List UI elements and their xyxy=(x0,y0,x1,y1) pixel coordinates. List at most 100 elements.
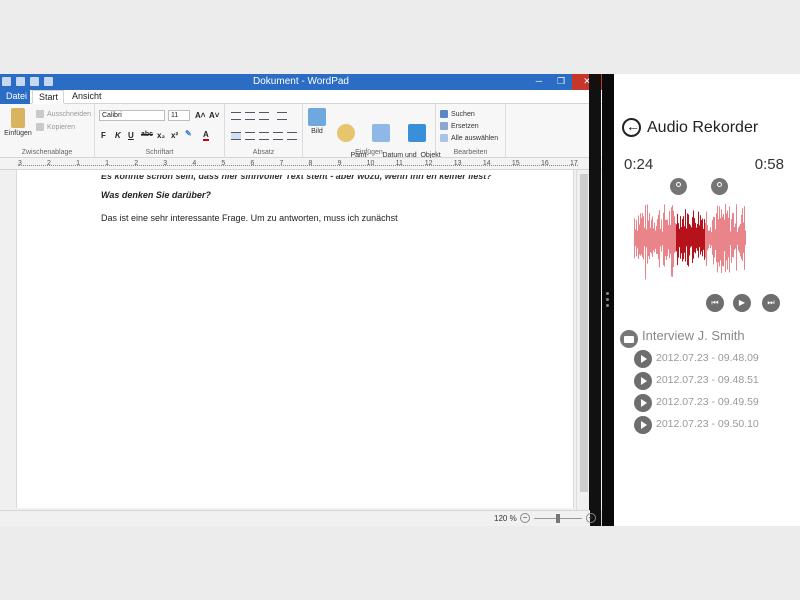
desktop-stage: Dokument - WordPad ─ ❐ ✕ Datei Start Ans… xyxy=(0,74,800,526)
find-button[interactable]: Suchen xyxy=(440,110,475,118)
document-text-line-partial: Es könnte schon sein, dass hier sinnvoll… xyxy=(101,175,492,181)
play-icon[interactable] xyxy=(634,416,652,434)
italic-button[interactable]: K xyxy=(115,131,121,140)
play-icon[interactable] xyxy=(634,394,652,412)
select-all-button[interactable]: Alle auswählen xyxy=(440,134,498,142)
bold-button[interactable]: F xyxy=(101,131,106,140)
calendar-icon xyxy=(372,124,390,142)
replace-button[interactable]: Ersetzen xyxy=(440,122,479,130)
replace-icon xyxy=(440,122,448,130)
ruler-number: 14 xyxy=(482,160,491,167)
group-insert: Bild Paint- Zeichnung Datum und Uhrzeit … xyxy=(303,104,441,167)
document-area: Es könnte schon sein, dass hier sinnvoll… xyxy=(0,170,602,510)
play-button[interactable]: ▶ xyxy=(733,294,751,312)
title-bar[interactable]: Dokument - WordPad ─ ❐ ✕ xyxy=(0,74,602,90)
scrollbar-thumb[interactable] xyxy=(580,174,588,492)
font-size-select[interactable]: 11 xyxy=(168,110,190,121)
superscript-button[interactable]: x² xyxy=(171,131,178,140)
object-icon xyxy=(408,124,426,142)
clipboard-icon xyxy=(11,108,25,128)
audio-recorder-app: ← Audio Rekorder 0:24 0:58 ⏮ ▶ ⏭ Intervi… xyxy=(614,74,800,526)
location-pin-icon[interactable] xyxy=(670,178,687,195)
copy-button[interactable]: Kopieren xyxy=(36,123,75,131)
font-color-icon[interactable]: A xyxy=(203,130,209,141)
paste-button[interactable]: Einfügen xyxy=(4,108,32,138)
zoom-level: 120 % xyxy=(494,514,517,523)
binoculars-icon xyxy=(440,110,448,118)
recording-item[interactable]: 2012.07.23 - 09.48.09 xyxy=(634,350,794,370)
recording-item[interactable]: 2012.07.23 - 09.50.10 xyxy=(634,416,794,436)
maximize-button[interactable]: ❐ xyxy=(550,74,572,90)
cut-button[interactable]: Ausschneiden xyxy=(36,110,91,118)
paragraph-icon[interactable] xyxy=(287,132,297,140)
ruler-number: 12 xyxy=(424,160,433,167)
subscript-button[interactable]: x₂ xyxy=(157,131,165,140)
align-right-icon[interactable] xyxy=(259,132,269,140)
line-spacing-icon[interactable] xyxy=(277,112,287,120)
ruler-number: 1 xyxy=(105,160,110,167)
grow-font-button[interactable]: A˄ xyxy=(195,111,205,120)
ruler-number: 3 xyxy=(18,160,22,167)
play-icon[interactable] xyxy=(634,350,652,368)
align-center-icon[interactable] xyxy=(245,132,255,140)
document-page[interactable]: Es könnte schon sein, dass hier sinnvoll… xyxy=(16,170,574,508)
recording-item[interactable]: 2012.07.23 - 09.48.51 xyxy=(634,372,794,392)
picture-icon xyxy=(308,108,326,126)
group-label: Bearbeiten xyxy=(453,149,488,156)
group-font: Calibri 11 A˄ A˅ F K U abc x₂ x² ✎ A Sch… xyxy=(95,104,225,158)
tab-ansicht[interactable]: Ansicht xyxy=(66,90,108,104)
highlight-color-icon[interactable]: ✎ xyxy=(185,129,192,138)
group-label: Zwischenablage xyxy=(21,149,73,156)
document-text-paragraph: Das ist eine sehr interessante Frage. Um… xyxy=(101,213,398,223)
folder-icon xyxy=(620,330,638,348)
insert-picture-button[interactable]: Bild xyxy=(307,108,327,136)
increase-indent-icon[interactable] xyxy=(245,112,255,120)
app-title: Audio Rekorder xyxy=(647,119,759,136)
group-edit: Suchen Ersetzen Alle auswählen Bearbeite… xyxy=(436,104,506,158)
waveform[interactable] xyxy=(634,198,746,280)
zoom-slider-thumb[interactable] xyxy=(556,514,560,523)
minimize-button[interactable]: ─ xyxy=(528,74,550,90)
ruler-number: 6 xyxy=(250,160,255,167)
ribbon-tabs: Datei Start Ansicht xyxy=(0,90,602,104)
tab-datei[interactable]: Datei xyxy=(0,90,30,104)
bullet-list-icon[interactable] xyxy=(259,112,269,120)
underline-button[interactable]: U xyxy=(128,131,134,140)
scissors-icon xyxy=(36,110,44,118)
group-paragraph: Absatz xyxy=(225,104,303,158)
align-left-icon[interactable] xyxy=(231,132,241,140)
ruler-number: 2 xyxy=(47,160,51,167)
previous-button[interactable]: ⏮ xyxy=(706,294,724,312)
justify-icon[interactable] xyxy=(273,132,283,140)
group-label: Einfügen xyxy=(355,149,383,156)
tab-start[interactable]: Start xyxy=(32,90,64,104)
window-edge xyxy=(589,74,601,526)
insert-picture-label: Bild xyxy=(311,128,323,135)
group-label: Absatz xyxy=(252,149,275,156)
zoom-out-button[interactable]: − xyxy=(520,513,530,523)
location-pin-icon[interactable] xyxy=(711,178,728,195)
screen: Dokument - WordPad ─ ❐ ✕ Datei Start Ans… xyxy=(0,0,800,600)
document-text-question: Was denken Sie darüber? xyxy=(101,190,211,200)
select-all-icon xyxy=(440,134,448,142)
font-family-select[interactable]: Calibri xyxy=(99,110,165,121)
replace-label: Ersetzen xyxy=(451,122,479,130)
paste-label: Einfügen xyxy=(4,130,32,137)
strikethrough-button[interactable]: abc xyxy=(141,131,153,138)
shrink-font-button[interactable]: A˅ xyxy=(209,111,219,120)
splitter-grip xyxy=(606,292,609,295)
snap-splitter[interactable] xyxy=(602,74,614,526)
ruler-number: 16 xyxy=(540,160,549,167)
play-icon[interactable] xyxy=(634,372,652,390)
next-button[interactable]: ⏭ xyxy=(762,294,780,312)
folder-name[interactable]: Interview J. Smith xyxy=(642,328,745,343)
ruler-number: 15 xyxy=(511,160,520,167)
decrease-indent-icon[interactable] xyxy=(231,112,241,120)
zoom-in-button[interactable]: + xyxy=(586,513,596,523)
recording-item[interactable]: 2012.07.23 - 09.49.59 xyxy=(634,394,794,414)
paint-palette-icon xyxy=(337,124,355,142)
ruler-number: 5 xyxy=(221,160,226,167)
vertical-scrollbar[interactable] xyxy=(576,170,590,510)
back-button[interactable]: ← xyxy=(622,118,641,137)
ruler[interactable]: 3 2 1 1 2 3 4 5 6 7 8 9 10 11 12 13 14 15 16 17 xyxy=(0,158,602,170)
